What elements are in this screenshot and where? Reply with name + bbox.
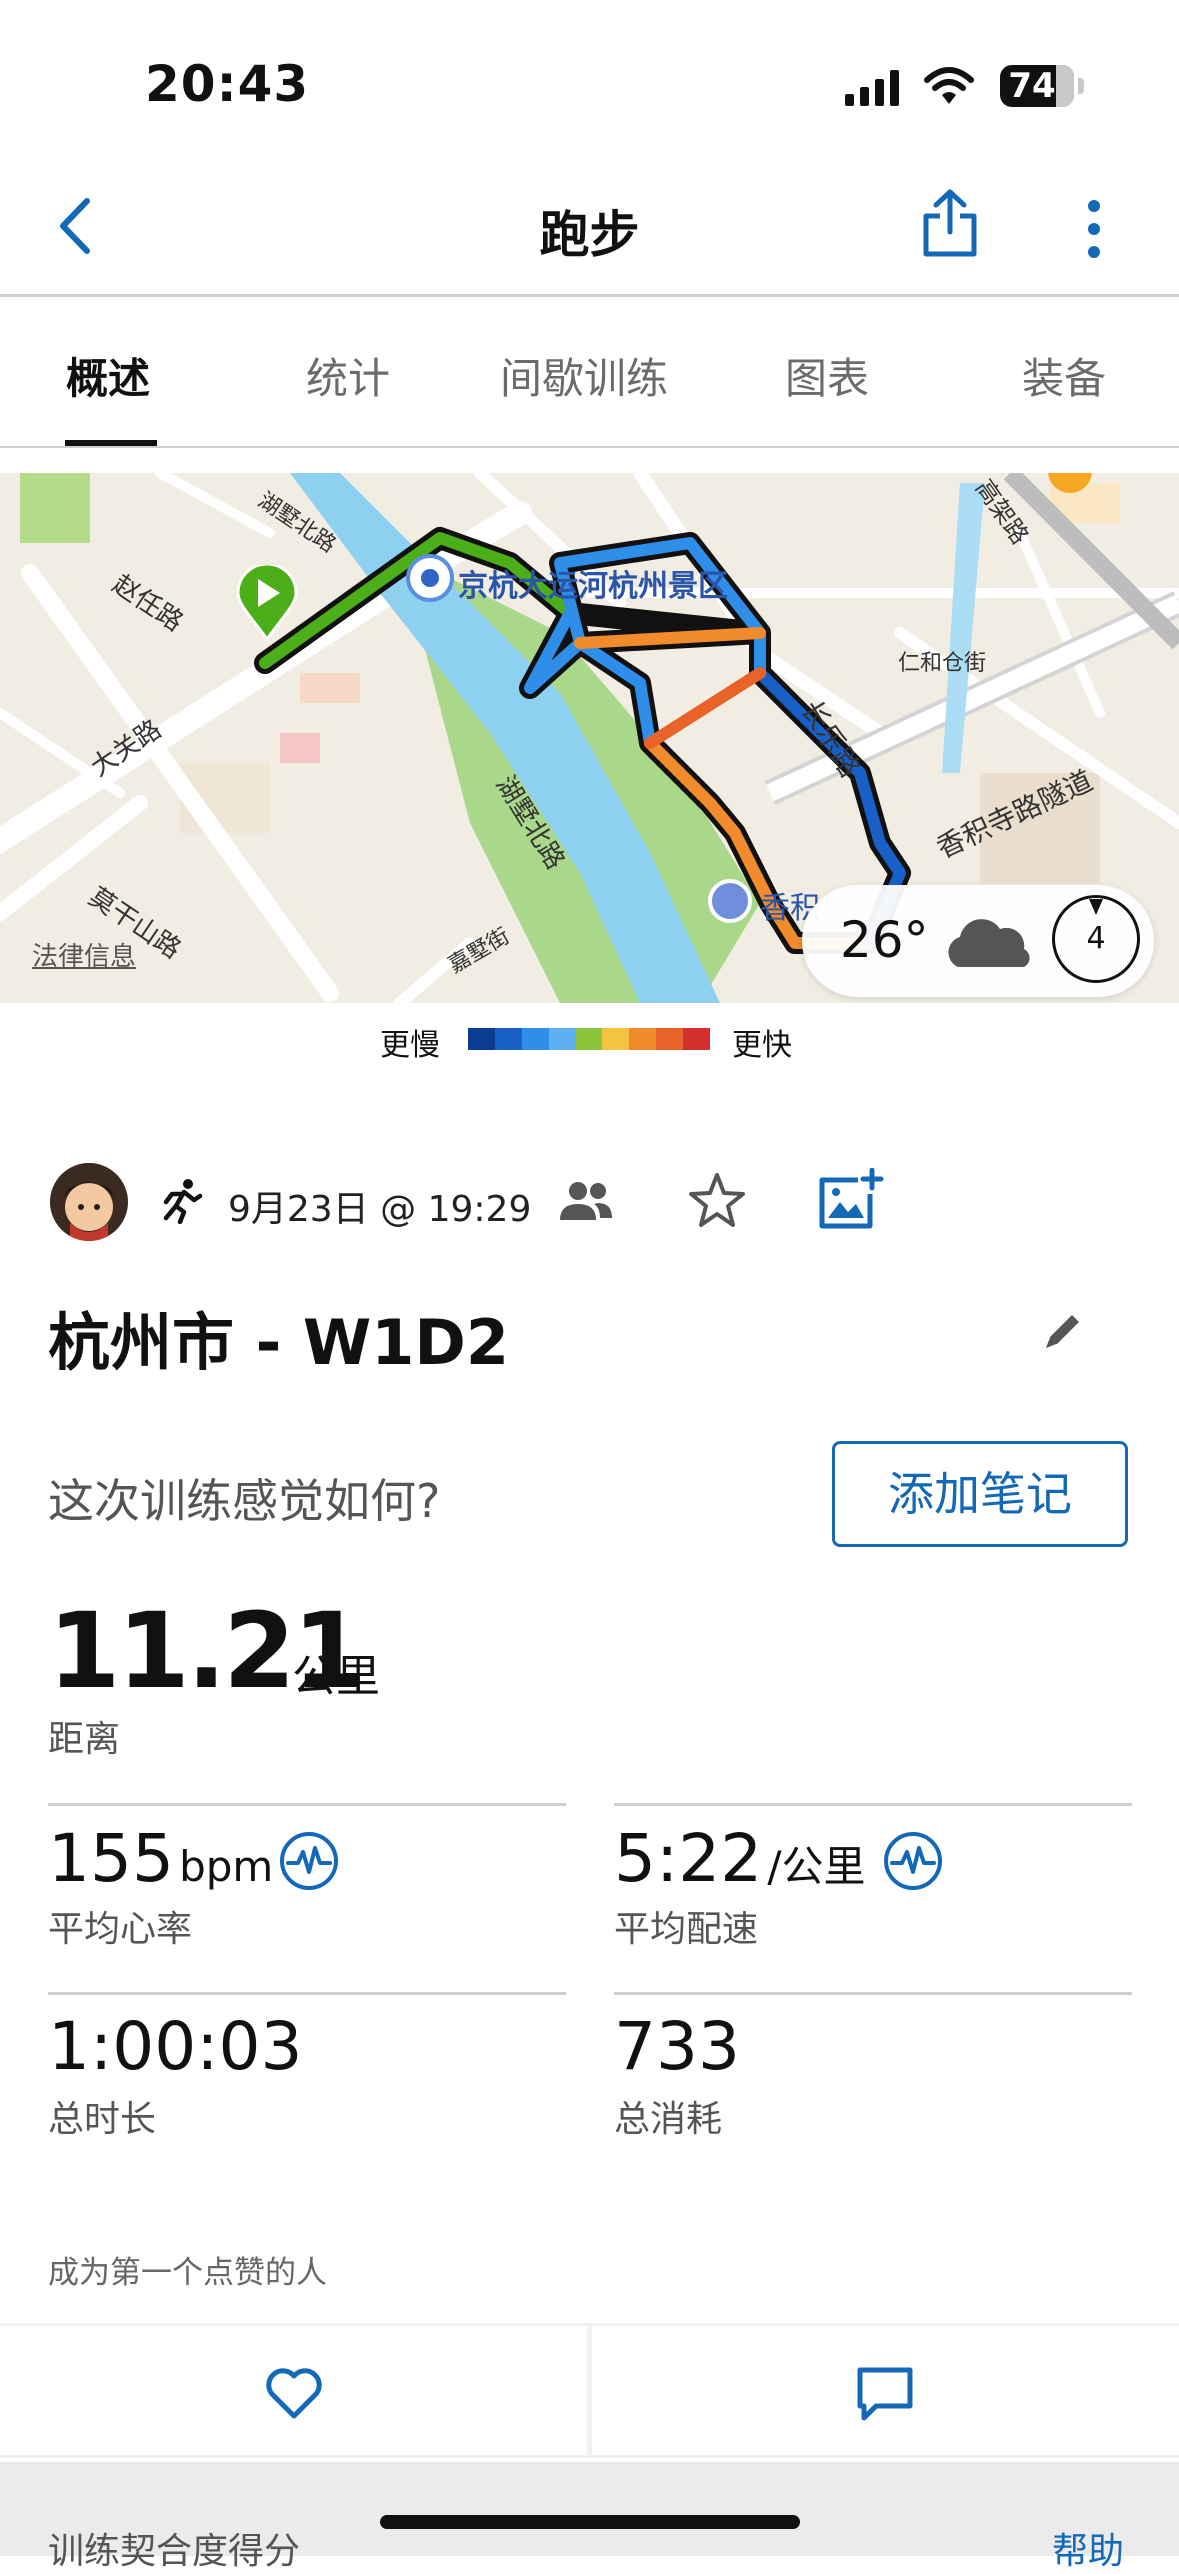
activity-date: 9月23日 @ 19:29	[228, 1189, 532, 1230]
social-action-bar	[0, 2323, 1179, 2458]
wifi-icon	[924, 67, 974, 104]
add-photo-icon[interactable]	[818, 1168, 884, 1230]
tab-gear[interactable]: 装备	[1022, 345, 1106, 406]
nav-divider	[0, 294, 1179, 297]
stat-unit: bpm	[179, 1842, 274, 1891]
like-button[interactable]	[0, 2326, 587, 2455]
stat-label: 平均配速	[614, 1909, 759, 1950]
comment-button[interactable]	[592, 2326, 1179, 2455]
wind-direction-icon	[1089, 899, 1103, 915]
tab-charts[interactable]: 图表	[785, 345, 869, 406]
stat-value: 5:22	[614, 1820, 763, 1897]
home-indicator	[380, 2515, 800, 2529]
stat-label: 总时长	[48, 2099, 157, 2140]
stat-unit: /公里	[767, 1842, 866, 1891]
battery-level: 74	[1008, 66, 1056, 106]
map-label-canal: 京杭大运河杭州景区	[458, 569, 728, 604]
battery-icon: 74	[1000, 65, 1084, 107]
avatar[interactable]	[50, 1163, 128, 1241]
map-label-renhe: 仁和仓街	[898, 651, 987, 676]
feel-question: 这次训练感觉如何?	[48, 1474, 441, 1528]
stat-avg-pace: 5:22 /公里	[614, 1820, 865, 1897]
tabs-divider	[0, 446, 1179, 448]
tab-intervals[interactable]: 间歇训练	[500, 345, 668, 406]
training-fit-title: 训练契合度得分	[48, 2531, 301, 2572]
more-vertical-icon[interactable]	[1082, 198, 1106, 260]
stat-label: 总消耗	[614, 2099, 723, 2140]
route-map[interactable]: 京杭大运河杭州景区 赵任路 大关路 莫干山路 湖墅北路 湖墅北路 长乐路 香积寺…	[0, 473, 1179, 1003]
stat-total-time: 1:00:03	[48, 2008, 302, 2085]
stat-value: 155	[48, 1820, 174, 1897]
legend-fast-label: 更快	[732, 1028, 792, 1063]
add-note-button[interactable]: 添加笔记	[832, 1441, 1128, 1547]
pace-chart-icon[interactable]	[882, 1830, 944, 1892]
status-time: 20:43	[145, 55, 310, 113]
tab-stats[interactable]: 统计	[306, 345, 390, 406]
edit-pencil-icon[interactable]	[1042, 1310, 1084, 1352]
comment-icon	[857, 2367, 913, 2421]
signal-icon	[845, 70, 899, 106]
group-icon[interactable]	[558, 1180, 614, 1222]
likes-prompt: 成为第一个点赞的人	[48, 2255, 327, 2291]
pace-legend-bar	[468, 1028, 711, 1050]
start-pin-icon	[236, 565, 298, 641]
weather-temperature: 26°	[840, 911, 929, 969]
star-icon[interactable]	[688, 1172, 746, 1228]
cloud-icon	[948, 919, 1030, 967]
legend-slow-label: 更慢	[380, 1028, 440, 1063]
wind-speed: 4	[1086, 921, 1106, 956]
stat-divider	[48, 1803, 566, 1806]
stat-total-calories: 733	[614, 2008, 740, 2085]
heart-icon	[266, 2368, 322, 2419]
stat-divider	[48, 1992, 566, 1995]
stat-value: 1:00:03	[48, 2008, 303, 2085]
share-icon[interactable]	[920, 188, 980, 260]
stat-label: 平均心率	[48, 1909, 193, 1950]
stat-value: 733	[614, 2008, 740, 2085]
distance-unit: 公里	[292, 1651, 380, 1702]
heart-rate-icon[interactable]	[278, 1830, 340, 1892]
activity-title: 杭州市 - W1D2	[48, 1306, 510, 1379]
stat-divider	[614, 1992, 1132, 1995]
stat-divider	[614, 1803, 1132, 1806]
weather-badge: 26° 4	[802, 885, 1154, 997]
run-icon	[163, 1179, 203, 1224]
page-title: 跑步	[539, 206, 640, 264]
map-legal-link[interactable]: 法律信息	[32, 936, 136, 973]
stat-avg-hr: 155 bpm	[48, 1820, 273, 1897]
distance-label: 距离	[48, 1719, 121, 1760]
tab-overview[interactable]: 概述	[66, 345, 150, 406]
help-link[interactable]: 帮助	[1052, 2522, 1124, 2574]
